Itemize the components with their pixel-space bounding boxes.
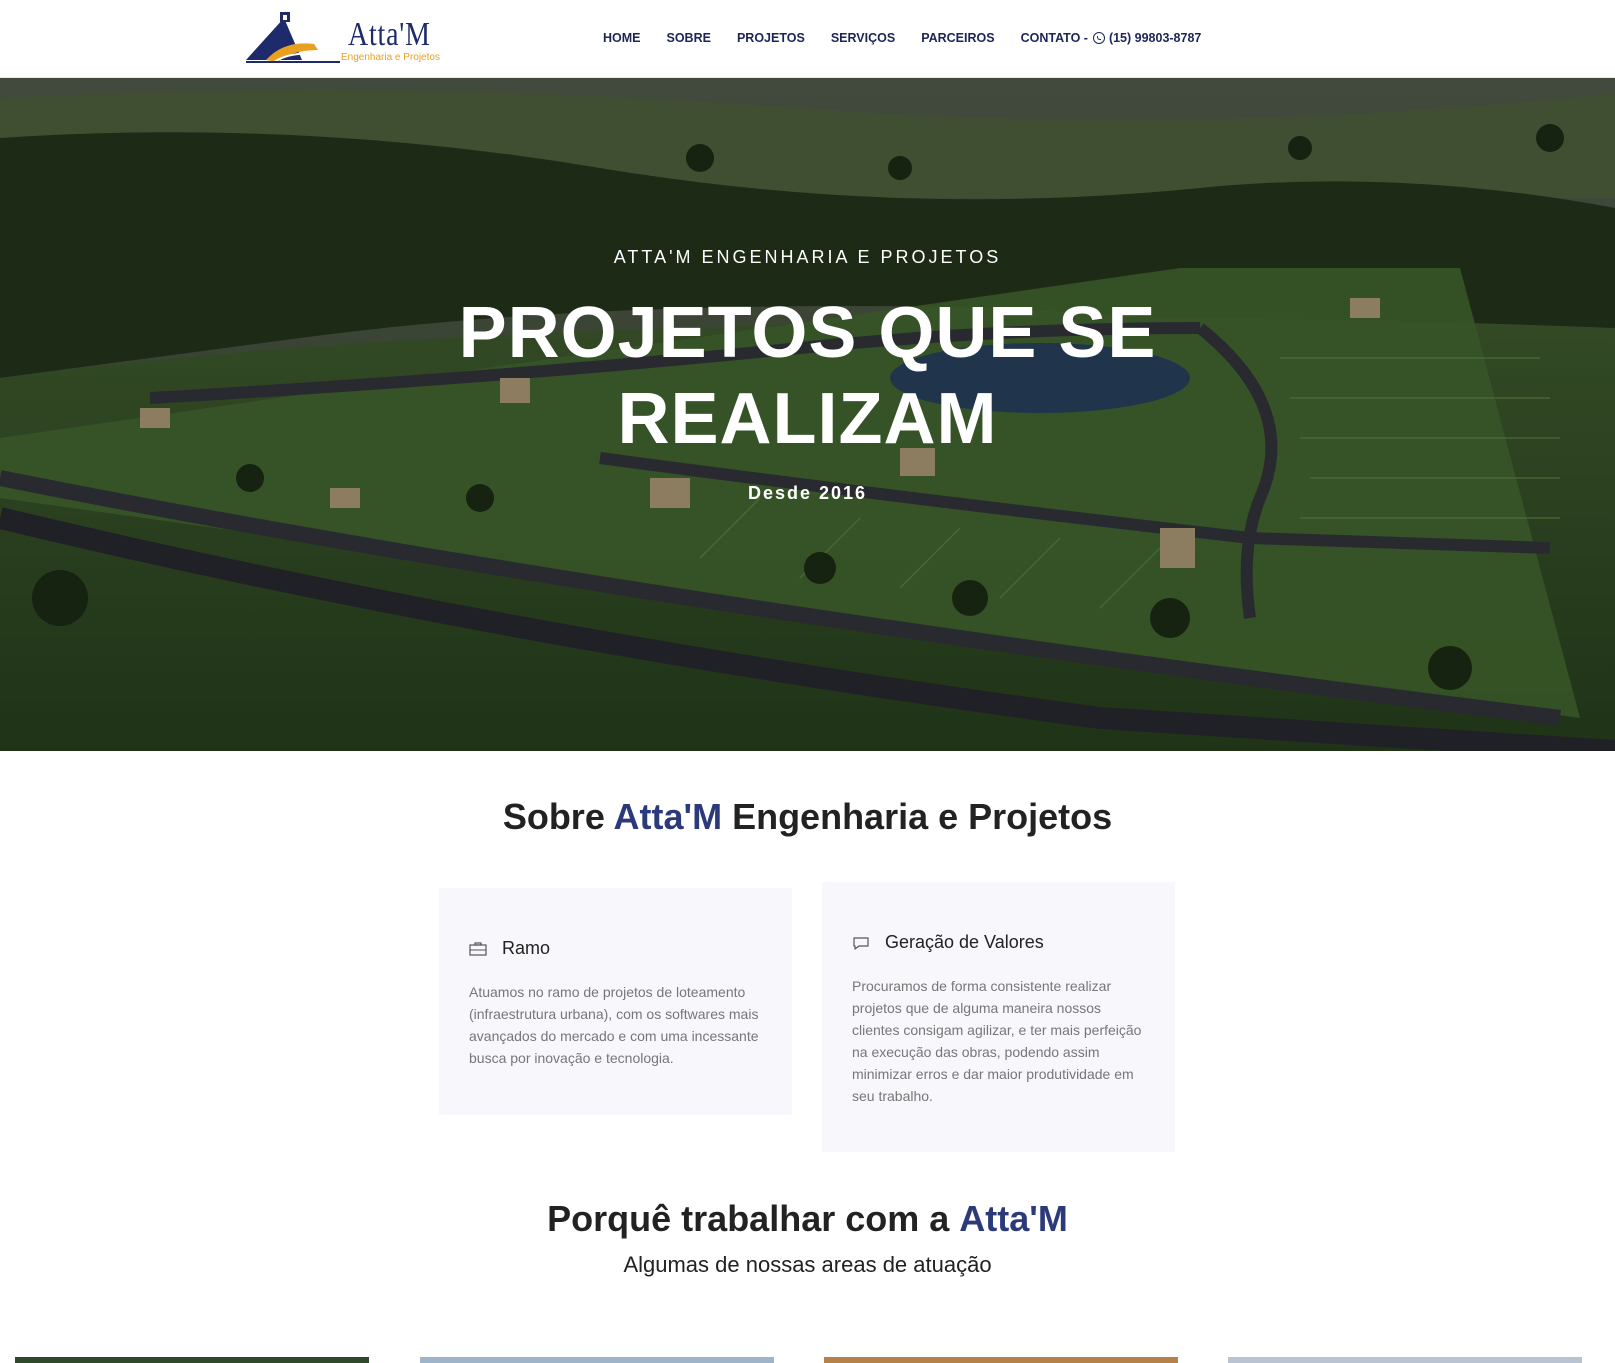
hero-eyebrow: ATTA'M ENGENHARIA E PROJETOS <box>613 247 1002 267</box>
area-thumbnail-2[interactable] <box>420 1357 774 1363</box>
card-title: Geração de Valores <box>885 932 1044 952</box>
why-subtitle: Algumas de nossas areas de atuação <box>623 1252 992 1277</box>
nav-contato[interactable]: CONTATO - (15) 99803-8787 <box>1021 31 1202 45</box>
why-title: Porquê trabalhar com a Atta'M <box>0 1198 1615 1240</box>
nav-servicos[interactable]: SERVIÇOS <box>831 31 895 45</box>
why-title-accent: Atta'M <box>959 1198 1068 1239</box>
logo[interactable]: Atta'M Engenharia e Projetos <box>244 10 454 68</box>
logo-name: Atta'M <box>348 16 431 53</box>
hero-title: PROJETOS QUE SE REALIZAM <box>0 290 1615 462</box>
nav-sobre[interactable]: SOBRE <box>667 31 711 45</box>
card-text: Procuramos de forma consistente realizar… <box>852 978 1142 1104</box>
hero-banner: ATTA'M ENGENHARIA E PROJETOS PROJETOS QU… <box>0 78 1615 751</box>
about-title: Sobre Atta'M Engenharia e Projetos <box>0 796 1615 838</box>
hero-title-line-2: REALIZAM <box>617 379 998 459</box>
hero-since: Desde 2016 <box>747 483 868 503</box>
logo-tagline: Engenharia e Projetos <box>341 52 440 63</box>
nav-parceiros[interactable]: PARCEIROS <box>921 31 994 45</box>
area-thumbnail-1[interactable] <box>15 1357 369 1363</box>
area-thumbnail-4[interactable] <box>1228 1357 1582 1363</box>
logo-mark-icon <box>246 12 340 63</box>
chat-bubble-icon <box>853 936 869 950</box>
whatsapp-icon <box>1092 32 1105 44</box>
about-title-accent: Atta'M <box>613 796 723 837</box>
contact-phone: (15) 99803-8787 <box>1108 31 1202 45</box>
about-card-geracao-de-valores: Geração de Valores Procuramos de forma c… <box>822 882 1175 1152</box>
contact-label: CONTATO - <box>1020 31 1088 45</box>
card-header: Geração de Valores <box>852 932 1145 953</box>
about-title-pre: Sobre <box>502 796 614 837</box>
briefcase-icon <box>469 941 487 956</box>
area-thumbnail-3[interactable] <box>824 1357 1178 1363</box>
site-header: Atta'M Engenharia e Projetos HOME SOBRE … <box>0 0 1615 78</box>
why-title-pre: Porquê trabalhar com a <box>547 1198 960 1239</box>
card-header: Ramo <box>469 938 762 959</box>
about-title-post: Engenharia e Projetos <box>722 796 1113 837</box>
card-title: Ramo <box>502 938 551 958</box>
card-text: Atuamos no ramo de projetos de loteament… <box>469 984 759 1066</box>
nav-projetos[interactable]: PROJETOS <box>737 31 805 45</box>
about-card-ramo: Ramo Atuamos no ramo de projetos de lote… <box>439 888 792 1115</box>
nav-home[interactable]: HOME <box>603 31 641 45</box>
main-nav: HOME SOBRE PROJETOS SERVIÇOS PARCEIROS C… <box>603 31 1201 45</box>
hero-title-line-1: PROJETOS QUE SE <box>458 293 1157 373</box>
